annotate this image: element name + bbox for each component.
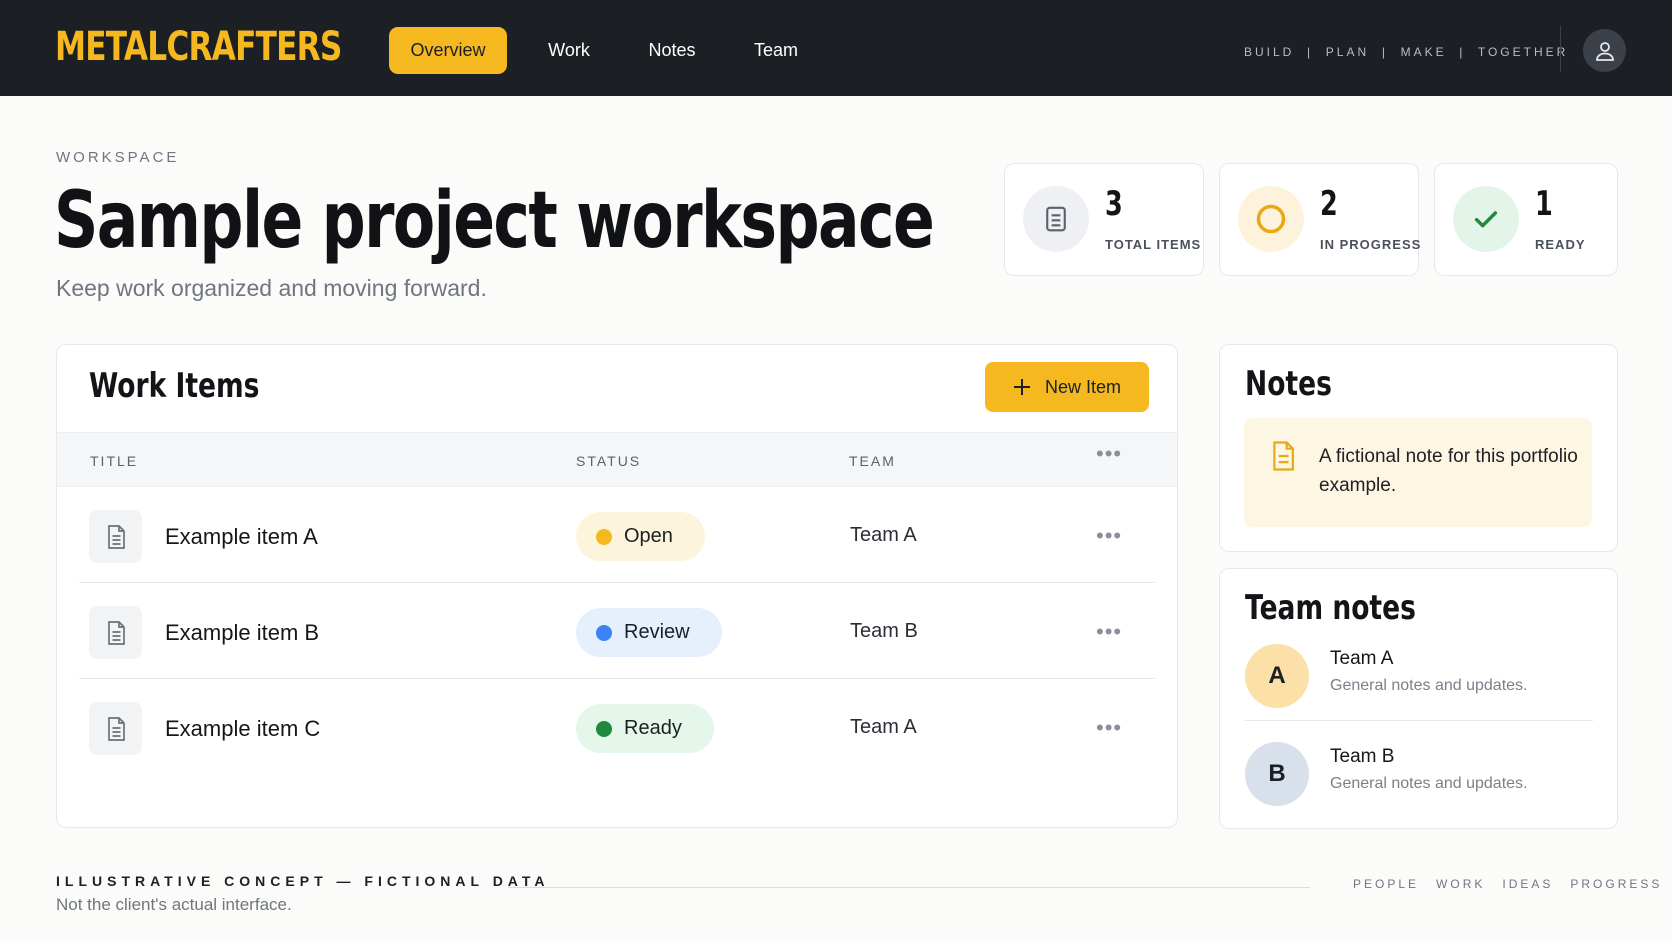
team-item-a[interactable]: A Team A General notes and updates. [1245,631,1593,721]
status-dot [596,720,612,737]
page-subtitle: Keep work organized and moving forward. [56,275,487,301]
status-label: Review [624,621,690,643]
row-title[interactable]: Example item A [165,524,318,550]
table-row[interactable]: Example item B Review Team B ••• [79,583,1155,679]
new-item-button[interactable]: New Item [985,362,1149,412]
column-status[interactable]: STATUS [576,453,641,469]
row-more-icon[interactable]: ••• [1096,525,1122,547]
stat-total-items: 3 TOTAL ITEMS [1004,163,1204,276]
footer-link-ideas[interactable]: IDEAS [1502,877,1553,891]
note-text: A fictional note for this portfolio exam… [1319,446,1578,496]
notes-title: Notes [1245,364,1332,404]
row-team: Team A [850,716,917,738]
team-name: Team A [1330,648,1394,669]
header-more-icon[interactable]: ••• [1096,443,1122,465]
footer-title: ILLUSTRATIVE CONCEPT — FICTIONAL DATA [56,873,550,889]
document-icon [1023,186,1089,252]
stat-label: IN PROGRESS [1320,237,1422,252]
document-icon [89,606,142,659]
page-title: Sample project workspace [54,176,935,266]
table-row[interactable]: Example item C Ready Team A ••• [79,679,1155,775]
page-eyebrow: WORKSPACE [56,149,180,166]
footer-link-work[interactable]: WORK [1436,877,1485,891]
row-more-icon[interactable]: ••• [1096,621,1122,643]
column-title[interactable]: TITLE [90,453,138,469]
note-icon [1273,441,1294,471]
team-name: Team B [1330,746,1395,767]
avatar: B [1245,742,1309,806]
stat-value: 2 [1320,184,1338,224]
nav-overview[interactable]: Overview [389,27,507,74]
team-description: General notes and updates. [1330,677,1528,694]
stat-label: TOTAL ITEMS [1105,237,1202,252]
status-badge[interactable]: Review [576,608,722,657]
stat-in-progress: 2 IN PROGRESS [1219,163,1422,276]
top-bar: METALCRAFTERS Overview Work Notes Team B… [0,0,1672,96]
row-title[interactable]: Example item C [165,716,320,742]
status-label: Ready [624,717,682,739]
footer-link-progress[interactable]: PROGRESS [1570,877,1662,891]
footer-divider [508,887,1310,888]
checkmark-icon [1453,186,1519,252]
nav-work[interactable]: Work [529,27,609,74]
row-team: Team A [850,524,917,546]
nav-team[interactable]: Team [738,27,814,74]
brand-logo[interactable]: METALCRAFTERS [55,24,342,70]
avatar: A [1245,644,1309,708]
stat-ready: 1 READY [1434,163,1618,276]
footer-link-people[interactable]: PEOPLE [1353,877,1419,891]
status-dot [596,624,612,641]
table-header: TITLE STATUS TEAM ••• [57,432,1177,487]
new-item-label: New Item [1044,376,1122,397]
status-badge[interactable]: Open [576,512,705,561]
user-icon [1595,41,1614,61]
team-notes-title: Team notes [1245,588,1416,628]
document-icon [89,702,142,755]
row-title[interactable]: Example item B [165,620,319,646]
row-more-icon[interactable]: ••• [1096,717,1122,739]
divider [1560,26,1561,72]
column-team[interactable]: TEAM [849,453,896,469]
row-team: Team B [850,620,918,642]
status-label: Open [624,525,673,547]
document-icon [89,510,142,563]
nav-notes[interactable]: Notes [632,27,712,74]
stat-label: READY [1535,237,1586,252]
status-dot [596,528,612,545]
user-avatar-button[interactable] [1583,29,1626,72]
table-row[interactable]: Example item A Open Team A ••• [79,487,1155,583]
team-item-b[interactable]: B Team B General notes and updates. [1245,729,1593,819]
plus-icon [1013,379,1030,395]
footer-links: PEOPLE WORK IDEAS PROGRESS [1353,877,1662,891]
team-description: General notes and updates. [1330,775,1528,792]
status-badge[interactable]: Ready [576,704,714,753]
stat-value: 3 [1105,184,1123,224]
stat-value: 1 [1535,184,1553,224]
tagline: BUILD | PLAN | MAKE | TOGETHER [1244,45,1569,59]
note-item[interactable]: A fictional note for this portfolio exam… [1244,418,1592,527]
work-items-title: Work Items [89,366,260,406]
footer-subtitle: Not the client's actual interface. [56,895,292,914]
progress-circle-icon [1238,186,1304,252]
